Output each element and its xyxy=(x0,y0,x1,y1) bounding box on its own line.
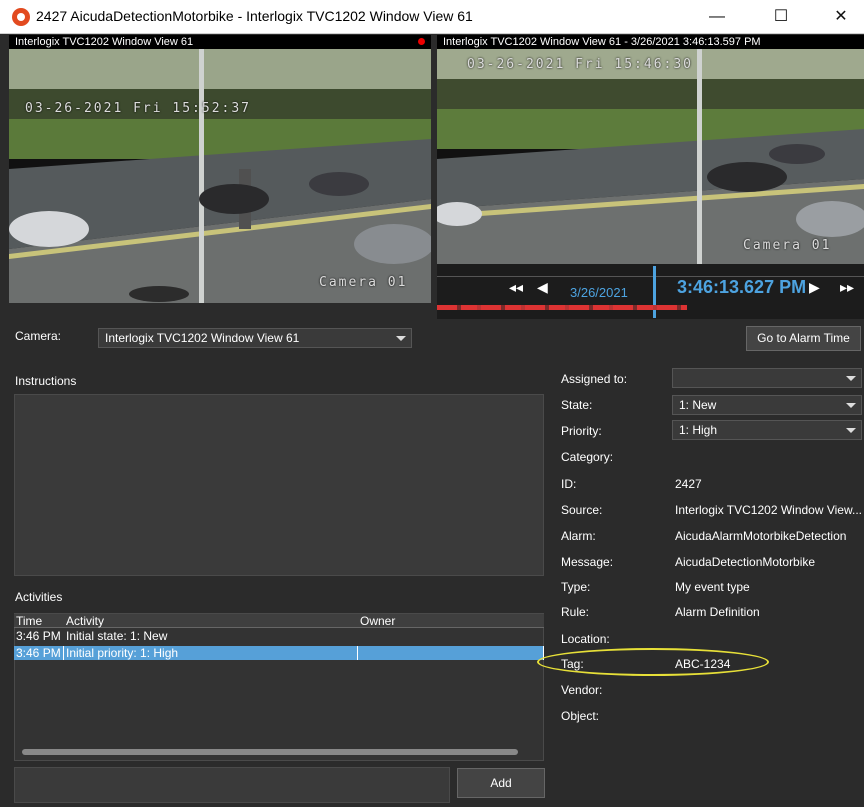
type-label: Type: xyxy=(561,580,591,594)
maximize-icon[interactable]: ☐ xyxy=(758,2,804,32)
live-video-frame xyxy=(9,49,431,303)
next-sequence-icon[interactable]: ▸▸ xyxy=(840,279,854,296)
state-value: 1: New xyxy=(679,398,717,412)
alarm-label: Alarm: xyxy=(561,529,596,543)
column-header-owner[interactable]: Owner xyxy=(358,614,544,628)
location-label: Location: xyxy=(561,632,610,646)
window-title: 2427 AicudaDetectionMotorbike - Interlog… xyxy=(36,8,473,24)
column-header-time[interactable]: Time xyxy=(14,614,64,628)
row-activity: Initial priority: 1: High xyxy=(64,646,358,660)
playback-video-frame xyxy=(437,49,864,264)
previous-sequence-icon[interactable]: ◂◂ xyxy=(509,279,523,296)
category-label: Category: xyxy=(561,450,614,464)
minimize-icon[interactable]: — xyxy=(694,2,740,32)
tag-highlight-ellipse xyxy=(537,648,769,676)
id-value: 2427 xyxy=(675,477,702,491)
row-owner xyxy=(358,629,544,643)
id-label: ID: xyxy=(561,477,577,491)
chevron-down-icon xyxy=(846,428,856,433)
activities-label: Activities xyxy=(15,590,63,604)
activity-input[interactable] xyxy=(14,767,450,803)
message-label: Message: xyxy=(561,555,614,569)
camera-dropdown-value: Interlogix TVC1202 Window View 61 xyxy=(105,331,300,345)
source-label: Source: xyxy=(561,503,603,517)
message-value: AicudaDetectionMotorbike xyxy=(675,555,816,569)
table-row[interactable]: 3:46 PM Initial state: 1: New xyxy=(14,629,544,643)
object-label: Object: xyxy=(561,709,600,723)
play-forward-icon[interactable]: ▶ xyxy=(809,279,820,296)
live-video-timestamp: 03-26-2021 Fri 15:52:37 xyxy=(25,101,252,116)
assigned-to-dropdown[interactable] xyxy=(672,368,862,388)
playback-date[interactable]: 3/26/2021 xyxy=(570,285,628,300)
row-activity: Initial state: 1: New xyxy=(66,629,168,643)
table-row-selected[interactable]: 3:46 PM Initial priority: 1: High xyxy=(14,646,544,660)
rule-value: Alarm Definition xyxy=(675,605,760,619)
rule-label: Rule: xyxy=(561,605,590,619)
priority-dropdown[interactable]: 1: High xyxy=(672,420,862,440)
instructions-label: Instructions xyxy=(15,374,77,388)
column-header-activity[interactable]: Activity xyxy=(64,614,358,628)
row-time: 3:46 PM xyxy=(14,646,64,660)
playback-video-label: Interlogix TVC1202 Window View 61 - 3/26… xyxy=(437,35,864,49)
playback-video-camera-name: Camera 01 xyxy=(743,238,832,253)
recording-icon xyxy=(418,38,425,45)
vendor-label: Vendor: xyxy=(561,683,603,697)
row-time: 3:46 PM xyxy=(16,629,61,643)
app-icon xyxy=(12,8,30,26)
chevron-down-icon xyxy=(396,336,406,341)
title-bar: 2427 AicudaDetectionMotorbike - Interlog… xyxy=(0,0,864,34)
row-owner xyxy=(358,646,544,660)
camera-label: Camera: xyxy=(15,329,62,343)
instructions-textarea[interactable] xyxy=(14,394,544,576)
live-video-camera-name: Camera 01 xyxy=(319,275,408,290)
playback-timeline[interactable]: ◂◂ ◀ 3/26/2021 3:46:13.627 PM ▶ ▸▸ xyxy=(437,264,864,319)
activities-grid-header: Time Activity Owner xyxy=(14,614,544,628)
timeline-ruler[interactable] xyxy=(437,267,864,277)
state-dropdown[interactable]: 1: New xyxy=(672,395,862,415)
chevron-down-icon xyxy=(846,403,856,408)
type-value: My event type xyxy=(675,580,750,594)
alarm-value: AicudaAlarmMotorbikeDetection xyxy=(675,529,847,543)
playback-video-timestamp: 03-26-2021 Fri 15:46:30 xyxy=(467,57,694,72)
assigned-to-label: Assigned to: xyxy=(561,372,628,386)
play-backward-icon[interactable]: ◀ xyxy=(537,279,548,296)
live-video-label: Interlogix TVC1202 Window View 61 xyxy=(9,35,431,49)
camera-dropdown[interactable]: Interlogix TVC1202 Window View 61 xyxy=(98,328,412,348)
timeline-cursor[interactable] xyxy=(653,266,656,318)
add-button[interactable]: Add xyxy=(457,768,545,798)
source-value: Interlogix TVC1202 Window View... xyxy=(675,503,862,517)
recording-sequence-bar[interactable] xyxy=(437,305,687,310)
priority-label: Priority: xyxy=(561,424,602,438)
state-label: State: xyxy=(561,398,593,412)
chevron-down-icon xyxy=(846,376,856,381)
go-to-alarm-time-button[interactable]: Go to Alarm Time xyxy=(746,326,861,351)
priority-value: 1: High xyxy=(679,423,718,437)
playback-time[interactable]: 3:46:13.627 PM xyxy=(677,277,806,298)
close-icon[interactable]: ✕ xyxy=(818,2,864,32)
live-video-view[interactable]: Interlogix TVC1202 Window View 61 03-26-… xyxy=(9,35,431,303)
horizontal-scrollbar[interactable] xyxy=(22,749,518,755)
playback-video-view[interactable]: Interlogix TVC1202 Window View 61 - 3/26… xyxy=(437,35,864,264)
